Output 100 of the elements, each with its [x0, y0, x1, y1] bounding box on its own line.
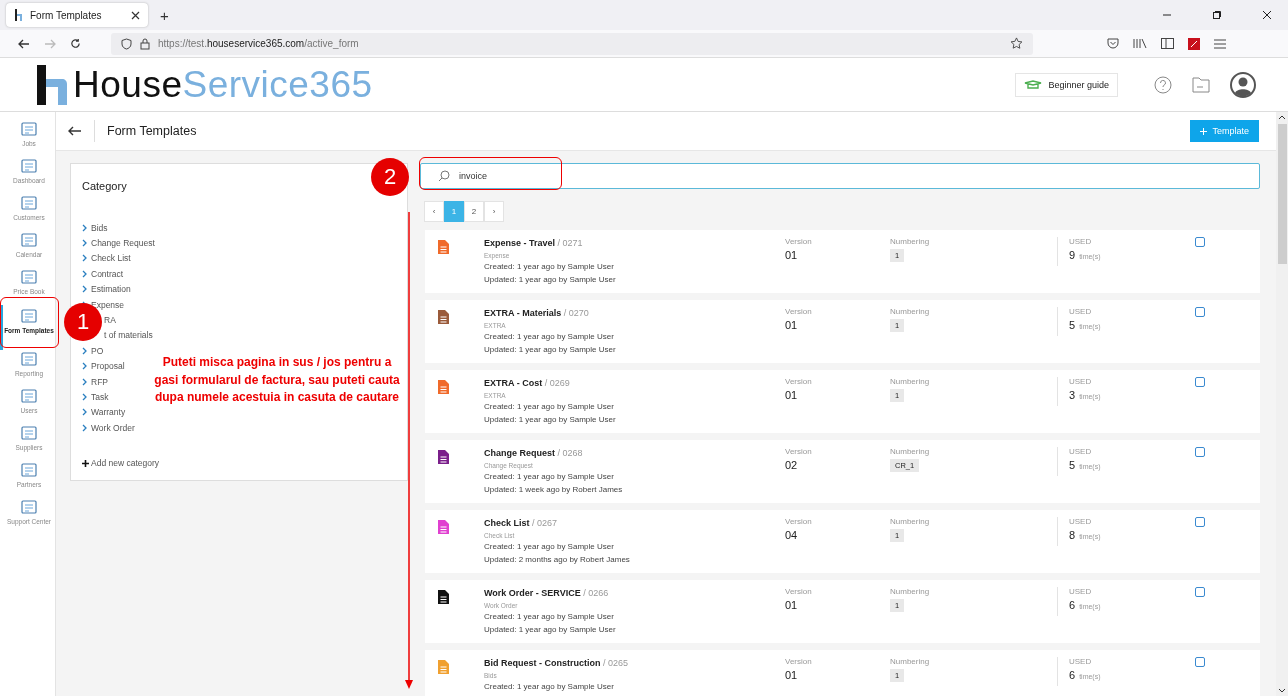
version-value: 04 — [785, 529, 798, 541]
checkbox[interactable] — [1195, 307, 1205, 317]
used-count: 8 — [1069, 529, 1076, 541]
search-field[interactable]: invoice — [420, 163, 1260, 189]
numbering-label: Numbering — [890, 517, 930, 526]
version-value: 01 — [785, 669, 798, 681]
menu-icon[interactable] — [1214, 38, 1226, 49]
version-label: Version — [785, 657, 812, 666]
version-label: Version — [785, 307, 812, 316]
shield-icon — [121, 37, 132, 50]
used-count: 5 — [1069, 459, 1076, 471]
browser-tab[interactable]: Form Templates — [6, 3, 148, 27]
category-item[interactable]: RFP — [91, 376, 108, 387]
category-item[interactable]: Bids — [91, 222, 108, 233]
category-item[interactable]: Expense — [91, 299, 125, 310]
checkbox[interactable] — [1195, 587, 1205, 597]
category-item[interactable]: t of materials — [104, 330, 153, 341]
add-category-link[interactable]: Add new category — [82, 458, 396, 469]
logo-icon — [14, 9, 24, 21]
next-page-button[interactable]: › — [484, 201, 504, 222]
created-info: Created: 1 year ago by Sample User — [484, 331, 615, 343]
version-value: 01 — [785, 319, 798, 331]
version-label: Version — [785, 377, 812, 386]
checkbox[interactable] — [1195, 377, 1205, 387]
sidebar-icon[interactable] — [1161, 38, 1174, 49]
updated-info: Updated: 1 year ago by Sample User — [484, 413, 617, 426]
beginner-guide-button[interactable]: Beginner guide — [1015, 72, 1118, 97]
page-button[interactable]: 2 — [464, 201, 484, 222]
search-icon — [438, 170, 450, 182]
address-bar[interactable]: https://test.houseservice365.com/active_form — [111, 32, 1033, 55]
version-value: 02 — [785, 459, 798, 471]
template-title: Work Order - SERVICE / 0266 — [484, 587, 610, 600]
checkbox[interactable] — [1195, 237, 1205, 247]
updated-info: Updated: 1 year ago by Sample User — [484, 623, 617, 636]
used-count: 5 — [1069, 319, 1076, 331]
highlight-frame — [0, 297, 59, 348]
category-item[interactable]: Proposal — [91, 361, 125, 372]
numbering-label: Numbering — [890, 377, 930, 386]
category-item[interactable]: Change Request — [91, 238, 155, 249]
avatar-icon[interactable] — [1230, 71, 1256, 98]
pocket-icon[interactable] — [1107, 38, 1119, 49]
created-info: Created: 1 year ago by Sample User — [484, 401, 615, 413]
version-label: Version — [785, 517, 812, 526]
plus-icon — [1200, 127, 1208, 135]
version-value: 01 — [785, 599, 798, 611]
checkbox[interactable] — [1195, 447, 1205, 457]
used-label: USED — [1069, 447, 1092, 456]
used-count: 6 — [1069, 669, 1076, 681]
category-item[interactable]: RA — [104, 315, 116, 326]
version-label: Version — [785, 587, 812, 596]
numbering-label: Numbering — [890, 587, 930, 596]
numbering-label: Numbering — [890, 447, 930, 456]
numbering-label: Numbering — [890, 307, 930, 316]
extension-icon[interactable] — [1188, 37, 1200, 50]
category-item[interactable]: Estimation — [91, 284, 131, 295]
version-label: Version — [785, 447, 812, 456]
version-value: 01 — [785, 249, 798, 261]
updated-info: Updated: 1 week ago by Robert James — [484, 483, 624, 496]
checkbox[interactable] — [1195, 657, 1205, 667]
graduation-cap-icon — [1024, 79, 1043, 90]
new-tab-button[interactable]: + — [156, 6, 173, 24]
scroll-up-icon[interactable] — [1278, 114, 1286, 120]
page-title: Form Templates — [107, 124, 197, 138]
previous-page-button[interactable]: ‹ — [424, 201, 444, 222]
back-icon[interactable] — [18, 38, 30, 49]
checkbox[interactable] — [1195, 517, 1205, 527]
created-info: Created: 1 year ago by Sample User — [484, 261, 615, 273]
logo-text: HouseService365 — [73, 63, 373, 106]
used-count: 3 — [1069, 389, 1076, 401]
close-icon[interactable] — [1262, 10, 1272, 20]
logo-icon — [35, 64, 69, 105]
created-info: Created: 1 year ago by Sample User — [484, 681, 615, 693]
plus-icon — [82, 459, 89, 467]
back-icon[interactable] — [68, 126, 82, 136]
category-item[interactable]: Check List — [91, 253, 131, 264]
category-item[interactable]: Task — [91, 392, 109, 402]
scroll-down-icon[interactable] — [1278, 688, 1286, 694]
category-item[interactable]: Warranty — [91, 407, 126, 418]
created-info: Created: 1 year ago by Sample User — [484, 471, 615, 483]
template-title: Expense - Travel / 0271 — [484, 237, 584, 250]
close-icon[interactable] — [131, 10, 140, 20]
restore-icon[interactable] — [1212, 10, 1222, 20]
used-label: USED — [1069, 657, 1092, 666]
created-info: Created: 1 year ago by Sample User — [484, 541, 615, 553]
template-title: EXTRA - Cost / 0269 — [484, 377, 571, 390]
used-label: USED — [1069, 587, 1092, 596]
updated-info: Updated: 1 year ago by Sample User — [484, 273, 617, 286]
category-item[interactable]: Work Order — [91, 422, 135, 433]
reload-icon[interactable] — [70, 38, 81, 49]
updated-info: Updated: 1 year ago by Sample User — [484, 343, 617, 356]
scrollbar-thumb[interactable] — [1277, 124, 1287, 264]
category-item[interactable]: PO — [91, 345, 104, 356]
library-icon[interactable] — [1133, 38, 1147, 49]
category-item[interactable]: Contract — [91, 268, 124, 279]
updated-info: Updated: 2 months ago by Robert James — [484, 553, 631, 566]
star-icon[interactable] — [1010, 37, 1023, 50]
lock-icon — [140, 37, 150, 50]
numbering-label: Numbering — [890, 237, 930, 246]
used-label: USED — [1069, 517, 1092, 526]
annotation-note: Puteti misca pagina in sus / jos pentru a gasi formularul de factura, sau puteti cauta dupa numele acestuia in casuta de cautare — [153, 354, 401, 406]
